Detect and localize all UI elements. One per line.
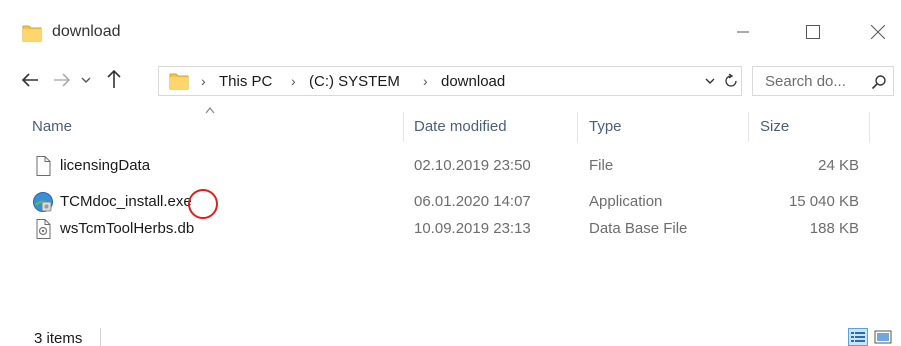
column-date-modified[interactable]: Date modified <box>414 108 574 146</box>
item-count: 3 items <box>34 330 83 346</box>
details-view-icon <box>851 332 865 342</box>
arrow-left-icon[interactable] <box>20 70 40 90</box>
column-date-label: Date modified <box>414 118 507 135</box>
file-name: licensingData <box>60 157 151 174</box>
arrow-right-icon[interactable] <box>52 70 72 90</box>
status-bar: 3 items <box>0 320 901 346</box>
arrow-up-icon[interactable] <box>104 68 124 90</box>
column-size[interactable]: Size <box>760 108 865 146</box>
refresh-icon[interactable] <box>723 73 739 89</box>
column-type-label: Type <box>589 118 622 135</box>
file-size: 15 040 KB <box>788 193 859 210</box>
database-file-icon <box>36 219 51 239</box>
column-divider[interactable] <box>577 112 578 142</box>
search-placeholder: Search do... <box>765 73 846 90</box>
close-button[interactable] <box>855 14 901 50</box>
search-input[interactable]: Search do... <box>752 66 894 96</box>
folder-icon <box>22 25 42 42</box>
list-item[interactable]: TCMdoc_install.exe 06.01.2020 14:07 Appl… <box>0 191 901 213</box>
file-name: wsTcmToolHerbs.db <box>60 220 195 237</box>
column-name[interactable]: Name <box>32 108 402 146</box>
file-type: Data Base File <box>589 220 688 237</box>
file-size: 188 KB <box>809 220 859 237</box>
chevron-down-icon[interactable] <box>704 76 716 86</box>
breadcrumb-this-pc[interactable]: This PC <box>219 73 272 90</box>
close-icon <box>871 25 885 39</box>
search-icon[interactable] <box>871 74 887 90</box>
minimize-button[interactable] <box>720 14 766 50</box>
file-type: File <box>589 157 614 174</box>
column-divider[interactable] <box>403 112 404 142</box>
list-item[interactable]: licensingData 02.10.2019 23:50 File 24 K… <box>0 155 901 177</box>
chevron-down-icon[interactable] <box>80 74 92 86</box>
list-item[interactable]: wsTcmToolHerbs.db 10.09.2019 23:13 Data … <box>0 218 901 240</box>
maximize-button[interactable] <box>790 14 836 50</box>
column-header-row: Name Date modified Type Size <box>0 107 901 146</box>
file-date: 06.01.2020 14:07 <box>414 193 531 210</box>
address-bar[interactable]: › This PC › (C:) SYSTEM › download <box>158 66 742 96</box>
blank-file-icon <box>36 156 51 176</box>
breadcrumb-download[interactable]: download <box>441 73 505 90</box>
installer-app-icon <box>33 192 53 212</box>
folder-icon <box>169 73 189 90</box>
column-divider[interactable] <box>748 112 749 142</box>
column-type[interactable]: Type <box>589 108 739 146</box>
breadcrumb-separator: › <box>423 73 428 89</box>
column-name-label: Name <box>32 118 73 135</box>
file-date: 10.09.2019 23:13 <box>414 220 531 237</box>
highlight-circle-annotation <box>188 189 218 219</box>
file-name: TCMdoc_install.exe <box>60 193 192 210</box>
status-divider <box>100 328 101 346</box>
column-size-label: Size <box>760 118 790 135</box>
maximize-icon <box>806 25 820 39</box>
title-bar: download <box>0 0 901 58</box>
file-size: 24 KB <box>818 157 859 174</box>
minimize-icon <box>737 31 749 33</box>
large-icons-view-button[interactable] <box>874 329 892 345</box>
navigation-bar: › This PC › (C:) SYSTEM › download Searc… <box>0 60 901 100</box>
details-view-button[interactable] <box>848 328 868 346</box>
column-divider[interactable] <box>869 112 870 142</box>
large-icons-view-icon <box>874 330 892 344</box>
breadcrumb-separator: › <box>291 73 296 89</box>
file-type: Application <box>589 193 663 210</box>
file-date: 02.10.2019 23:50 <box>414 157 531 174</box>
breadcrumb-separator: › <box>201 73 206 89</box>
window-title: download <box>52 23 121 40</box>
breadcrumb-c-system[interactable]: (C:) SYSTEM <box>309 73 400 90</box>
